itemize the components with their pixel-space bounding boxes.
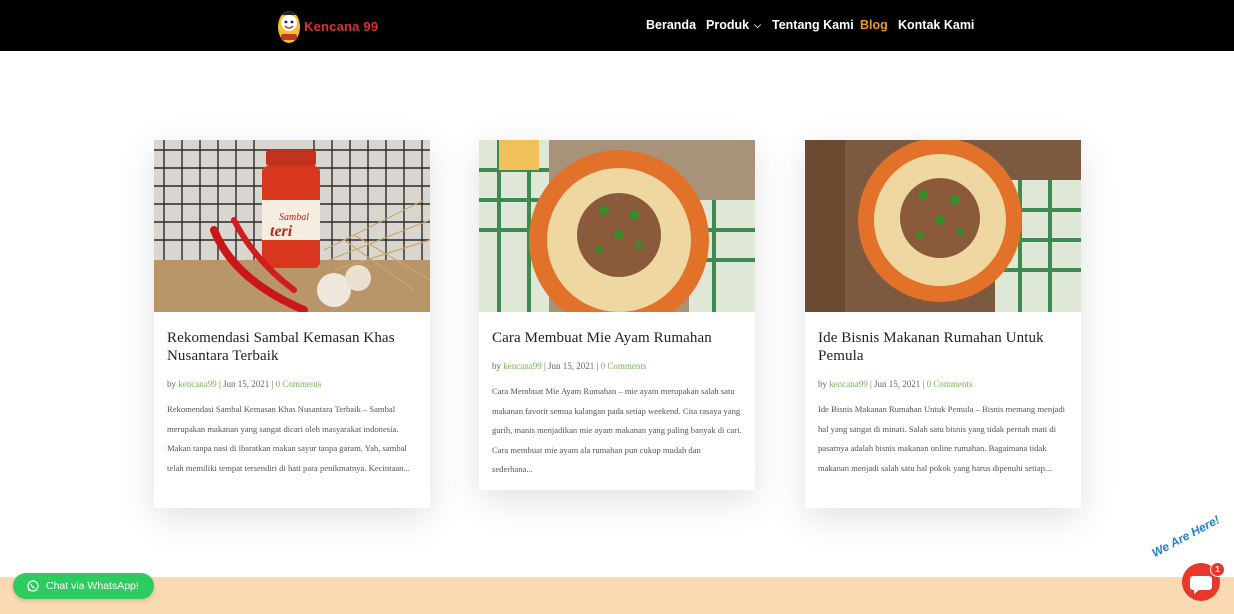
author-link[interactable]: kencana99 bbox=[829, 379, 867, 389]
post-thumbnail-bisnis-makanan[interactable] bbox=[805, 140, 1081, 312]
post-title[interactable]: Ide Bisnis Makanan Rumahan Untuk Pemula bbox=[818, 329, 1068, 365]
jar-label-line1: Sambal bbox=[279, 212, 309, 223]
whatsapp-chat-button[interactable]: Chat via WhatsApp! bbox=[13, 573, 154, 599]
nav-tentang-kami[interactable]: Tentang Kami bbox=[772, 18, 854, 32]
author-link[interactable]: kencana99 bbox=[178, 379, 216, 389]
meta-by: by bbox=[167, 379, 176, 389]
nav-beranda[interactable]: Beranda bbox=[646, 18, 696, 32]
whatsapp-icon bbox=[27, 580, 39, 592]
logo-mascot-icon bbox=[276, 7, 302, 45]
post-title[interactable]: Cara Membuat Mie Ayam Rumahan bbox=[492, 329, 742, 347]
post-card: Sambal teri Rekomendasi Sambal Kemasan K… bbox=[154, 140, 430, 508]
post-date: Jun 15, 2021 bbox=[223, 379, 270, 389]
post-title[interactable]: Rekomendasi Sambal Kemasan Khas Nusantar… bbox=[167, 329, 417, 365]
chevron-down-icon: ⌵ bbox=[754, 20, 761, 30]
nav-produk-label: Produk bbox=[706, 18, 750, 32]
post-date: Jun 15, 2021 bbox=[548, 361, 595, 371]
meta-by: by bbox=[818, 379, 827, 389]
post-date: Jun 15, 2021 bbox=[874, 379, 921, 389]
post-card: Cara Membuat Mie Ayam Rumahan by kencana… bbox=[479, 140, 755, 490]
post-excerpt: Ide Bisnis Makanan Rumahan Untuk Pemula … bbox=[818, 404, 1066, 473]
author-link[interactable]: kencana99 bbox=[503, 361, 541, 371]
jar-label-line2: teri bbox=[270, 223, 293, 240]
live-chat-widget[interactable]: We Are Here! 1 bbox=[1149, 513, 1234, 614]
comments-link[interactable]: 0 Comments bbox=[601, 361, 647, 371]
chat-we-are-here-label: We Are Here! bbox=[1149, 512, 1222, 560]
meta-by: by bbox=[492, 361, 501, 371]
logo-text: Kencana 99 bbox=[304, 18, 379, 34]
post-meta: by kencana99 | Jun 15, 2021 | 0 Comments bbox=[167, 379, 322, 389]
post-thumbnail-mie-ayam[interactable] bbox=[479, 140, 755, 312]
post-thumbnail-sambal[interactable]: Sambal teri bbox=[154, 140, 430, 312]
footer-band bbox=[0, 577, 1234, 614]
chat-unread-badge: 1 bbox=[1210, 562, 1225, 577]
nav-kontak-kami[interactable]: Kontak Kami bbox=[898, 18, 974, 32]
post-card: Ide Bisnis Makanan Rumahan Untuk Pemula … bbox=[805, 140, 1081, 508]
post-excerpt: Rekomendasi Sambal Kemasan Khas Nusantar… bbox=[167, 404, 410, 473]
post-excerpt: Cara Membuat Mie Ayam Rumahan – mie ayam… bbox=[492, 386, 742, 475]
comments-link[interactable]: 0 Comments bbox=[276, 379, 322, 389]
whatsapp-label: Chat via WhatsApp! bbox=[46, 580, 139, 592]
nav-blog[interactable]: Blog bbox=[860, 18, 888, 32]
nav-produk[interactable]: Produk ⌵ bbox=[706, 18, 761, 32]
post-meta: by kencana99 | Jun 15, 2021 | 0 Comments bbox=[818, 379, 973, 389]
comments-link[interactable]: 0 Comments bbox=[927, 379, 973, 389]
post-meta: by kencana99 | Jun 15, 2021 | 0 Comments bbox=[492, 361, 647, 371]
site-logo[interactable]: Kencana 99 bbox=[276, 7, 378, 45]
site-header: Kencana 99 Beranda Produk ⌵ Tentang Kami … bbox=[0, 0, 1234, 51]
